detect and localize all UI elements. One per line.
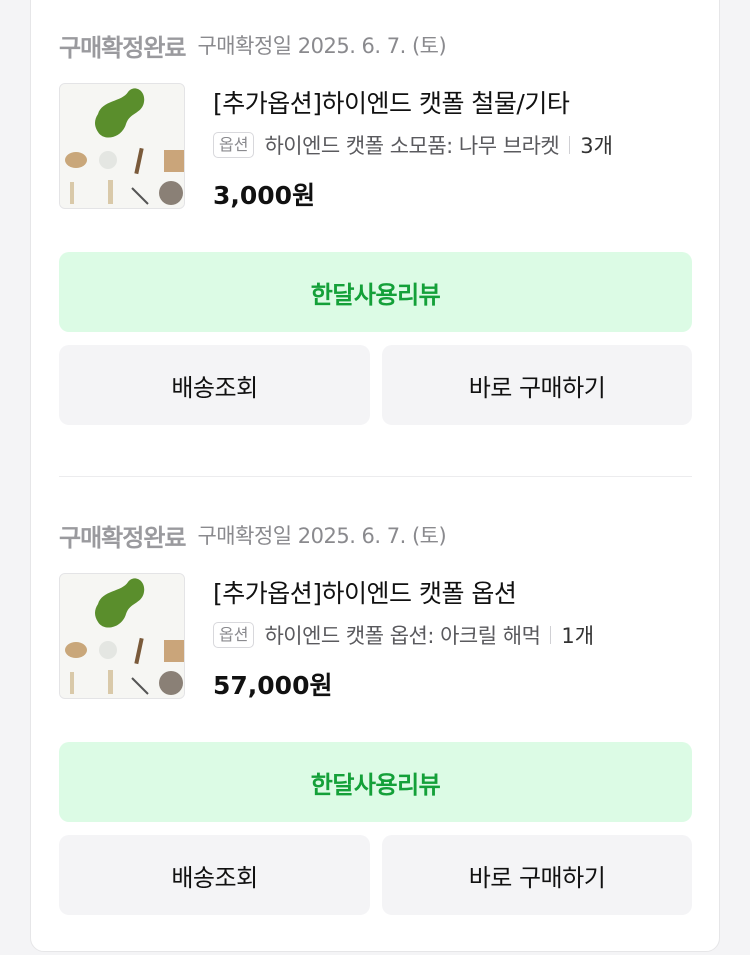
price: 57,000원 [213,671,333,700]
section-divider [59,476,692,477]
divider [550,626,552,644]
option-row: 옵션 하이엔드 캣폴 옵션: 아크릴 해먹 1개 [213,620,594,650]
buy-now-button[interactable]: 바로 구매하기 [382,835,692,915]
product-title[interactable]: [추가옵션]하이엔드 캣폴 옵션 [213,574,517,610]
order-status-row: 구매확정완료 구매확정일 2025. 6. 7. (토) [59,30,447,62]
option-tag: 옵션 [213,132,255,158]
option-tag: 옵션 [213,622,255,648]
option-text: 하이엔드 캣폴 소모품: 나무 브라켓 [264,134,560,158]
confirm-date: 구매확정일 2025. 6. 7. (토) [197,524,447,548]
option-row: 옵션 하이엔드 캣폴 소모품: 나무 브라켓 3개 [213,130,613,160]
product-image-icon [60,574,184,698]
monthly-review-button[interactable]: 한달사용리뷰 [59,252,692,332]
buy-now-button[interactable]: 바로 구매하기 [382,345,692,425]
quantity: 1개 [561,624,595,648]
product-thumbnail[interactable] [59,83,185,209]
order-status: 구매확정완료 [59,33,186,62]
order-status-row: 구매확정완료 구매확정일 2025. 6. 7. (토) [59,520,447,552]
option-text: 하이엔드 캣폴 옵션: 아크릴 해먹 [264,624,541,648]
divider [569,136,571,154]
price: 3,000원 [213,181,316,210]
product-title[interactable]: [추가옵션]하이엔드 캣폴 철물/기타 [213,84,570,120]
product-thumbnail[interactable] [59,573,185,699]
monthly-review-button[interactable]: 한달사용리뷰 [59,742,692,822]
track-delivery-button[interactable]: 배송조회 [59,345,370,425]
track-delivery-button[interactable]: 배송조회 [59,835,370,915]
product-image-icon [60,84,184,208]
quantity: 3개 [580,134,613,158]
order-status: 구매확정완료 [59,523,186,552]
confirm-date: 구매확정일 2025. 6. 7. (토) [197,34,447,58]
